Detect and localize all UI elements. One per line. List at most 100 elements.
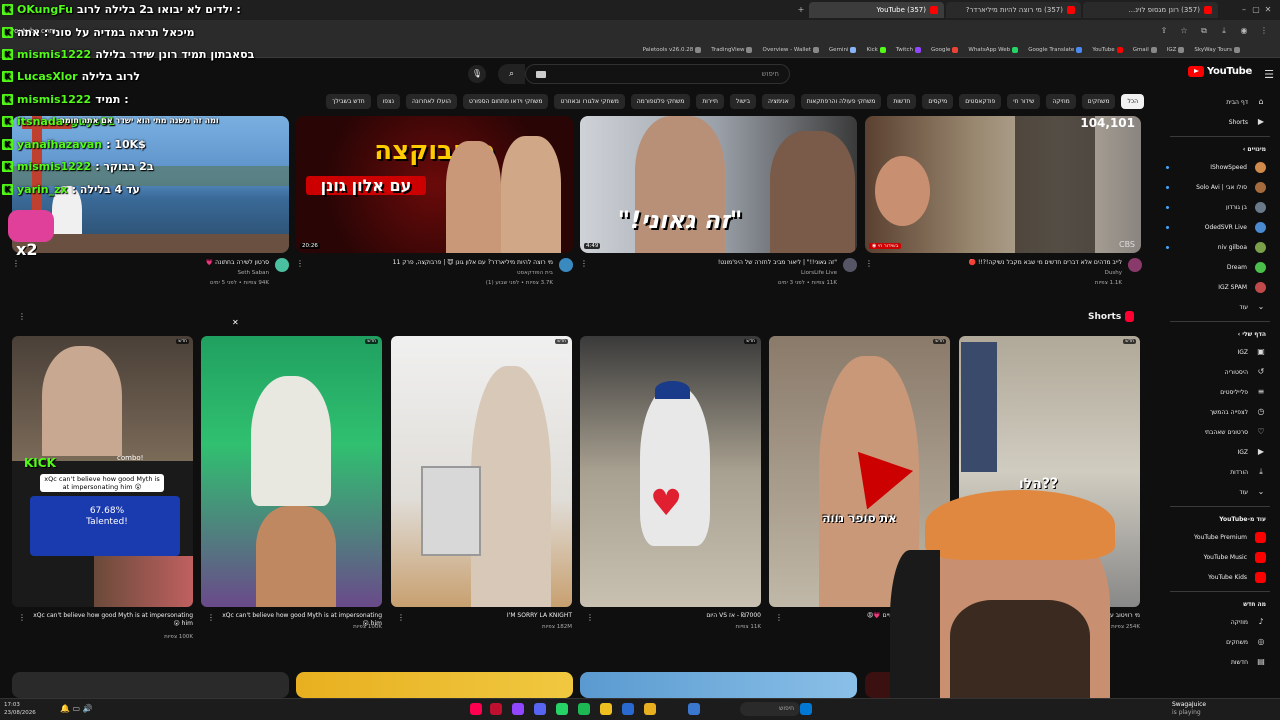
bookmark-item[interactable]: IGZ — [1167, 46, 1185, 53]
subscription-item[interactable]: IGZ SPAM — [1160, 277, 1280, 297]
video-thumbnail[interactable]: 104,101 CBS ◉ בשידור חי — [865, 116, 1141, 253]
filter-chip[interactable]: בישול — [729, 94, 757, 109]
more-options-icon[interactable]: ⋮ — [397, 613, 405, 622]
video-thumbnail[interactable] — [12, 672, 289, 698]
subscriptions-header[interactable]: מינויים › — [1160, 141, 1280, 157]
channel-avatar[interactable] — [843, 258, 857, 272]
short-title[interactable]: I'M SORRY LA KNIGHT — [402, 612, 572, 620]
chat-username[interactable]: mismis1222 — [17, 160, 91, 173]
short-title[interactable]: ₪7000 - אז VS היום — [591, 612, 761, 620]
bookmark-item[interactable]: Overview - Wallet — [762, 46, 819, 53]
filter-chip[interactable]: חדשות — [887, 94, 917, 109]
chat-username[interactable]: yanaihazavan — [17, 138, 102, 151]
short-thumbnail-5[interactable]: KICK combo! xQc can't believe how good M… — [12, 336, 193, 607]
chat-username[interactable]: mismis1222 — [17, 48, 91, 61]
chat-username[interactable]: OKungFu — [17, 3, 73, 16]
filter-chip[interactable]: הכל — [1121, 94, 1144, 109]
bookmark-item[interactable]: Kick — [866, 46, 886, 53]
filter-chip[interactable]: תיירות — [696, 94, 724, 109]
short-thumbnail-2[interactable]: ♥ חדש — [580, 336, 761, 607]
short-title[interactable]: xQc can't believe how good Myth is at im… — [23, 612, 193, 628]
profile-icon[interactable]: ◉ — [1238, 25, 1250, 37]
obs-icon[interactable] — [512, 703, 524, 715]
channel-avatar[interactable] — [275, 258, 289, 272]
filter-chip[interactable]: שידור חי — [1007, 94, 1041, 109]
more-options-icon[interactable]: ⋮ — [207, 613, 215, 622]
sidebar-item[interactable]: ▶ Shorts — [1160, 112, 1280, 132]
extensions-icon[interactable]: ⧉ — [1198, 25, 1210, 37]
more-options-icon[interactable]: ⋮ — [775, 613, 783, 622]
voice-search-button[interactable]: 🎙 — [468, 65, 486, 83]
you-item[interactable]: ▶ IGZ — [1160, 442, 1280, 462]
you-item[interactable]: ≡ פלייליסטים — [1160, 382, 1280, 402]
menu-dots-icon[interactable]: ⋮ — [1258, 25, 1270, 37]
video-title[interactable]: "זה גאוני!!" | ליאור מביב לחזרה של היפ'מ… — [587, 259, 837, 266]
you-item[interactable]: ◷ לצפייה בהמשך — [1160, 402, 1280, 422]
bookmark-item[interactable]: Google Translate — [1028, 46, 1083, 53]
tiktok-icon[interactable] — [470, 703, 482, 715]
you-header[interactable]: הדף שלי › — [1160, 326, 1280, 342]
windows-start-icon[interactable] — [800, 703, 812, 715]
short-thumbnail-4[interactable]: חדש — [201, 336, 382, 607]
filter-chip[interactable]: משחקי פלטפורמה — [630, 94, 691, 109]
filter-chip[interactable]: משחקי פעולה והרפתקאות — [800, 94, 882, 109]
channel-name[interactable]: Dushy — [1105, 270, 1122, 276]
youtube-logo[interactable]: YouTube — [1188, 66, 1252, 77]
more-options-icon[interactable]: ⋮ — [12, 259, 20, 268]
more-options-icon[interactable]: ⋮ — [586, 613, 594, 622]
channel-avatar[interactable] — [1128, 258, 1142, 272]
more-options-icon[interactable]: ⋮ — [18, 312, 26, 321]
subscription-item[interactable]: OdedSVR Live — [1160, 217, 1280, 237]
filter-chip[interactable]: הועלו לאחרונה — [406, 94, 457, 109]
taskbar-search[interactable]: חיפוש — [740, 702, 800, 716]
video-thumbnail[interactable]: "זה גאוני!" 4:49 — [580, 116, 857, 253]
more-options-icon[interactable]: ⋮ — [865, 259, 873, 268]
short-thumbnail-3[interactable]: חדש — [391, 336, 572, 607]
bookmark-item[interactable]: Gemini — [829, 46, 857, 53]
system-tray-icons[interactable]: 🔔 ▭ 🔊 — [60, 704, 93, 713]
video-thumbnail[interactable]: פרובוקצה עם אלון גונן 20:26 — [296, 116, 573, 253]
you-item[interactable]: ⤓ הורדות — [1160, 462, 1280, 482]
explore-item[interactable]: ◎ משחקים — [1160, 632, 1280, 652]
bookmark-star-icon[interactable]: ☆ — [1178, 25, 1190, 37]
subscription-item[interactable]: בן גורדון — [1160, 197, 1280, 217]
explore-item[interactable]: ▤ חדשות — [1160, 652, 1280, 672]
clock[interactable]: 17:03 23/08/2026 — [4, 701, 36, 717]
youtube-service-item[interactable]: YouTube Premium — [1160, 527, 1280, 547]
chat-username[interactable]: LucasXlor — [17, 70, 78, 83]
filter-chip[interactable]: חדש בשבילך — [326, 94, 371, 109]
browser-tab-0[interactable]: (357) רונן מגסופ לוינ... — [1083, 2, 1218, 18]
close-window-icon[interactable]: ✕ — [1262, 4, 1274, 16]
bookmark-item[interactable]: Paletools v26.0.28 — [643, 46, 702, 53]
video-thumbnail[interactable] — [296, 672, 573, 698]
app-icon[interactable] — [622, 703, 634, 715]
subscription-item[interactable]: ⌄ עוד — [1160, 297, 1280, 317]
hamburger-menu-icon[interactable]: ☰ — [1264, 68, 1274, 81]
explore-item[interactable]: ♪ מוזיקה — [1160, 612, 1280, 632]
channel-name[interactable]: Seth Saban — [238, 270, 269, 276]
filter-chip[interactable]: אנימציה — [762, 94, 795, 109]
filter-chip[interactable]: פודקאסטים — [959, 94, 1002, 109]
keyboard-icon[interactable] — [536, 70, 546, 78]
chrome-icon[interactable] — [600, 703, 612, 715]
video-title[interactable]: סרטון לשירה בחתונה 💗 — [19, 259, 269, 266]
browser-tab-2[interactable]: (357) YouTube — [809, 2, 944, 18]
you-item[interactable]: ↺ היסטוריה — [1160, 362, 1280, 382]
subscription-item[interactable]: סולו אבי | Solo Avi — [1160, 177, 1280, 197]
youtube-service-item[interactable]: YouTube Kids — [1160, 567, 1280, 587]
channel-name[interactable]: LiorsLife Live — [801, 270, 837, 276]
subscription-item[interactable]: niv gilboa — [1160, 237, 1280, 257]
filter-chip[interactable]: משחקי וידאו מתחום הספורט — [462, 94, 549, 109]
search-button[interactable]: ⌕ — [498, 64, 525, 84]
filter-chip[interactable]: מוזיקה — [1046, 94, 1076, 109]
maximize-icon[interactable]: ▢ — [1250, 4, 1262, 16]
video-thumbnail[interactable] — [580, 672, 857, 698]
more-options-icon[interactable]: ⋮ — [296, 259, 304, 268]
new-tab-icon[interactable]: + — [795, 4, 807, 16]
you-item[interactable]: ▣ IGZ — [1160, 342, 1280, 362]
bookmark-item[interactable]: WhatsApp Web — [968, 46, 1019, 53]
discord-icon[interactable] — [534, 703, 546, 715]
share-icon[interactable]: ⇪ — [1158, 25, 1170, 37]
spotify-icon[interactable] — [578, 703, 590, 715]
bookmark-item[interactable]: SkyWay Tours — [1194, 46, 1240, 53]
